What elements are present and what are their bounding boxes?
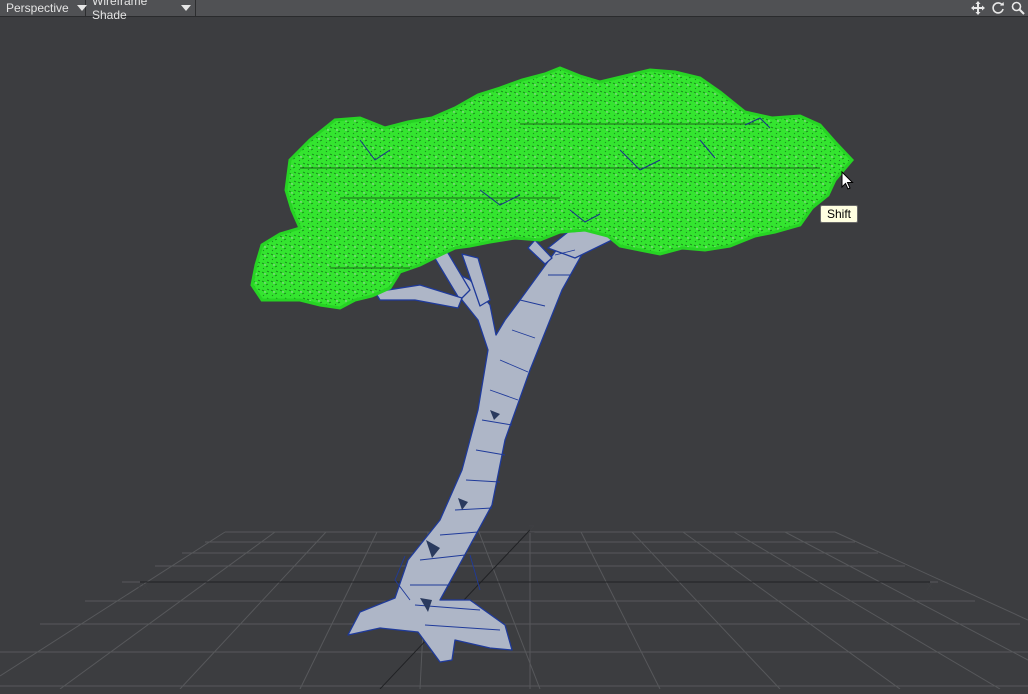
view-mode-label: Perspective: [6, 1, 69, 15]
tree-trunk-mesh: [347, 224, 621, 663]
3d-viewport[interactable]: -X X Z: [0, 17, 1028, 690]
viewport-navigation-controls: [968, 0, 1028, 16]
rotate-view-icon[interactable]: [988, 0, 1008, 16]
axis-label-x: X: [926, 581, 934, 593]
grid-axes: [140, 529, 930, 690]
ground-grid: [0, 531, 1028, 690]
chevron-down-icon: [181, 5, 191, 11]
axis-label-neg-x: -X: [138, 581, 150, 593]
mouse-cursor-icon: [841, 171, 854, 190]
zoom-view-icon[interactable]: [1008, 0, 1028, 16]
axis-label-z: Z: [528, 524, 535, 536]
shading-mode-dropdown[interactable]: Wireframe Shade: [86, 0, 196, 22]
modifier-key-tooltip: Shift: [820, 205, 859, 223]
view-mode-dropdown[interactable]: Perspective: [0, 0, 87, 16]
move-view-icon[interactable]: [968, 0, 988, 16]
viewport-header: Perspective Wireframe Shade: [0, 0, 1028, 22]
